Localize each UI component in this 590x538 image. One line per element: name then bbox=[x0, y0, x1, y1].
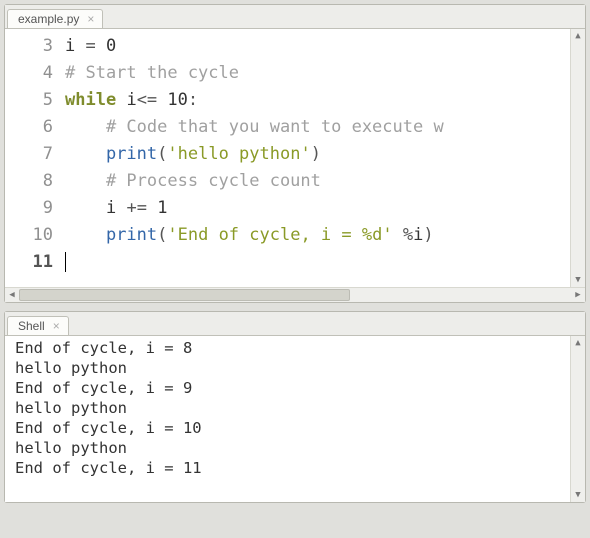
scroll-right-icon[interactable]: ▶ bbox=[571, 288, 585, 302]
code-line[interactable]: print('hello python') bbox=[65, 141, 568, 168]
code-line[interactable]: # Code that you want to execute w bbox=[65, 114, 568, 141]
scroll-left-icon[interactable]: ◀ bbox=[5, 288, 19, 302]
line-number: 3 bbox=[5, 33, 53, 60]
scroll-up-icon[interactable]: ▲ bbox=[571, 29, 585, 43]
editor-tab-bar: example.py × bbox=[5, 5, 585, 29]
line-number: 10 bbox=[5, 222, 53, 249]
scroll-down-icon[interactable]: ▼ bbox=[571, 273, 585, 287]
shell-line: hello python bbox=[15, 438, 560, 458]
code-area[interactable]: i = 0# Start the cyclewhile i<= 10: # Co… bbox=[63, 29, 570, 287]
horizontal-scrollbar[interactable]: ◀ ▶ bbox=[5, 287, 585, 302]
line-number: 6 bbox=[5, 114, 53, 141]
close-icon[interactable]: × bbox=[87, 13, 94, 25]
scroll-up-icon[interactable]: ▲ bbox=[571, 336, 585, 350]
line-number: 9 bbox=[5, 195, 53, 222]
shell-prompt[interactable]: >>> bbox=[15, 499, 52, 502]
code-line[interactable]: print('End of cycle, i = %d' %i) bbox=[65, 222, 568, 249]
editor-pane: example.py × 34567891011 i = 0# Start th… bbox=[4, 4, 586, 303]
line-number: 4 bbox=[5, 60, 53, 87]
shell-output[interactable]: End of cycle, i = 8hello pythonEnd of cy… bbox=[5, 336, 570, 502]
code-line[interactable] bbox=[65, 249, 568, 276]
vertical-scrollbar[interactable]: ▲ ▼ bbox=[570, 336, 585, 502]
shell-tab-label: Shell bbox=[18, 319, 45, 333]
shell-line: End of cycle, i = 8 bbox=[15, 338, 560, 358]
code-line[interactable]: # Start the cycle bbox=[65, 60, 568, 87]
line-number-gutter: 34567891011 bbox=[5, 29, 63, 287]
line-number: 11 bbox=[5, 249, 53, 276]
line-number: 7 bbox=[5, 141, 53, 168]
shell-line: hello python bbox=[15, 398, 560, 418]
code-line[interactable]: i += 1 bbox=[65, 195, 568, 222]
editor-body: 34567891011 i = 0# Start the cyclewhile … bbox=[5, 29, 585, 287]
shell-tab[interactable]: Shell × bbox=[7, 316, 69, 335]
close-icon[interactable]: × bbox=[53, 320, 60, 332]
shell-line: hello python bbox=[15, 358, 560, 378]
shell-line: End of cycle, i = 10 bbox=[15, 418, 560, 438]
editor-tab-label: example.py bbox=[18, 12, 79, 26]
text-cursor bbox=[65, 252, 66, 272]
line-number: 5 bbox=[5, 87, 53, 114]
shell-line: End of cycle, i = 11 bbox=[15, 458, 560, 478]
line-number: 8 bbox=[5, 168, 53, 195]
scroll-thumb[interactable] bbox=[19, 289, 350, 301]
code-line[interactable]: i = 0 bbox=[65, 33, 568, 60]
scroll-down-icon[interactable]: ▼ bbox=[571, 488, 585, 502]
code-line[interactable]: while i<= 10: bbox=[65, 87, 568, 114]
vertical-scrollbar[interactable]: ▲ ▼ bbox=[570, 29, 585, 287]
shell-line: End of cycle, i = 9 bbox=[15, 378, 560, 398]
shell-tab-bar: Shell × bbox=[5, 312, 585, 336]
code-line[interactable]: # Process cycle count bbox=[65, 168, 568, 195]
editor-tab[interactable]: example.py × bbox=[7, 9, 103, 28]
shell-body: End of cycle, i = 8hello pythonEnd of cy… bbox=[5, 336, 585, 502]
shell-pane: Shell × End of cycle, i = 8hello pythonE… bbox=[4, 311, 586, 503]
scroll-track[interactable] bbox=[19, 288, 571, 302]
